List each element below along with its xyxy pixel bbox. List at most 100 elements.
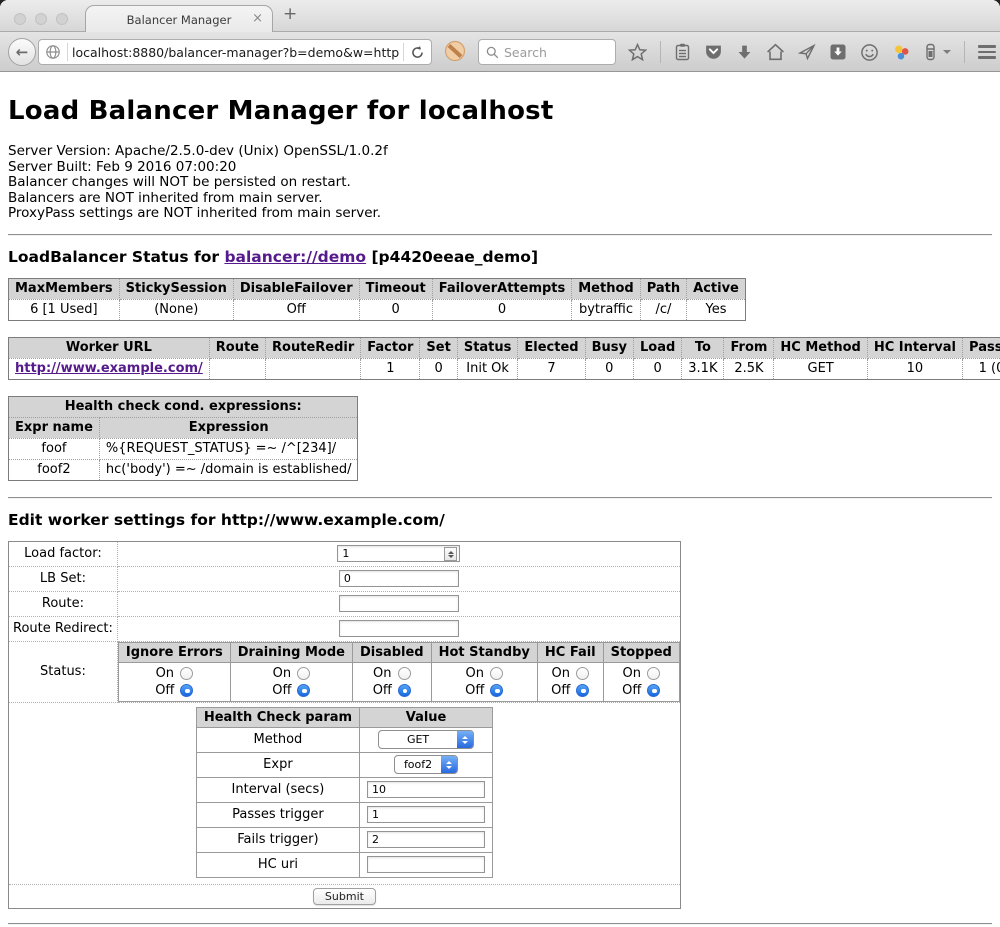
url-input[interactable]	[68, 45, 403, 60]
search-input[interactable]	[504, 45, 608, 60]
divider	[8, 497, 992, 499]
balancer-demo-link[interactable]: balancer://demo	[224, 248, 366, 266]
cell-worker-url: http://www.example.com/	[9, 358, 210, 379]
square-download-icon[interactable]	[829, 43, 847, 61]
col-header: Elected	[518, 337, 585, 358]
server-info: Server Version: Apache/2.5.0-dev (Unix) …	[8, 144, 992, 222]
disabled-off-radio[interactable]	[398, 684, 411, 697]
form-row-status: Status: Ignore Errors Draining Mode Disa…	[9, 641, 681, 702]
col-header: Ignore Errors	[118, 642, 230, 662]
status-cell-ignore-errors: On Off	[118, 662, 230, 701]
stopped-on-radio[interactable]	[647, 667, 660, 680]
globe-icon[interactable]	[39, 40, 67, 64]
col-header: Stopped	[603, 642, 679, 662]
fails-input[interactable]	[367, 831, 485, 848]
url-bar[interactable]	[38, 39, 432, 65]
send-tab-icon[interactable]	[798, 43, 816, 61]
page-title: Load Balancer Manager for localhost	[8, 96, 992, 126]
block-icon[interactable]	[444, 40, 466, 62]
navigation-toolbar: ←	[0, 32, 1000, 72]
edit-worker-heading: Edit worker settings for http://www.exam…	[8, 511, 992, 529]
col-header: StickySession	[119, 278, 233, 299]
downloads-icon[interactable]	[736, 44, 753, 61]
draining-mode-on-radio[interactable]	[297, 667, 310, 680]
cell-timeout: 0	[359, 299, 432, 320]
reload-icon[interactable]	[404, 40, 431, 64]
lb-set-input[interactable]	[339, 570, 459, 587]
hc-fail-on-radio[interactable]	[576, 667, 589, 680]
window-controls[interactable]	[14, 13, 68, 25]
hot-standby-off-radio[interactable]	[490, 684, 503, 697]
load-factor-input[interactable]	[337, 545, 460, 562]
search-bar[interactable]	[478, 39, 616, 65]
cell-passes: 1 (0)	[963, 358, 1000, 379]
table-header-row: Expr name Expression	[9, 417, 358, 438]
route-input[interactable]	[339, 595, 459, 612]
hc-row-hc-uri: HC uri	[196, 852, 492, 877]
test-pilot-flask-icon[interactable]	[924, 43, 937, 61]
expr-table-caption: Health check cond. expressions:	[9, 396, 358, 417]
hc-uri-input[interactable]	[367, 856, 485, 873]
close-window-button[interactable]	[14, 13, 26, 25]
col-header: HC Fail	[537, 642, 603, 662]
toolbar-divider	[660, 41, 661, 63]
stopped-off-radio[interactable]	[647, 684, 660, 697]
cell-from: 2.5K	[724, 358, 774, 379]
col-header: RouteRedir	[266, 337, 361, 358]
reading-list-icon[interactable]	[674, 43, 691, 61]
ignore-errors-off-radio[interactable]	[180, 684, 193, 697]
back-button[interactable]: ←	[8, 38, 36, 66]
number-spinner-icon[interactable]	[444, 547, 457, 561]
minimize-window-button[interactable]	[35, 13, 47, 25]
col-header: Set	[420, 337, 457, 358]
interval-input[interactable]	[367, 781, 485, 798]
ignore-errors-on-radio[interactable]	[180, 667, 193, 680]
fails-label: Fails trigger)	[196, 827, 359, 852]
worker-url-link[interactable]: http://www.example.com/	[15, 361, 203, 376]
form-row-submit: Submit	[9, 884, 681, 908]
status-heading-suffix: [p4420eeae_demo]	[366, 248, 538, 266]
col-header: From	[724, 337, 774, 358]
table-header-row: Worker URL Route RouteRedir Factor Set S…	[9, 337, 1000, 358]
on-label: On	[623, 665, 641, 682]
col-header: Disabled	[352, 642, 431, 662]
col-header: Hot Standby	[431, 642, 537, 662]
expr-select[interactable]: foof2	[394, 755, 458, 774]
hot-standby-on-radio[interactable]	[490, 667, 503, 680]
menu-icon[interactable]	[978, 45, 996, 59]
table-caption-row: Health check cond. expressions:	[9, 396, 358, 417]
colored-dots-icon[interactable]	[892, 43, 911, 62]
col-header: To	[682, 337, 724, 358]
cell-set: 0	[420, 358, 457, 379]
off-label: Off	[155, 682, 174, 699]
zoom-window-button[interactable]	[56, 13, 68, 25]
load-factor-stepper[interactable]	[337, 545, 460, 562]
status-cell-hc-fail: On Off	[537, 662, 603, 701]
method-select[interactable]: GET	[378, 730, 474, 749]
passes-input[interactable]	[367, 806, 485, 823]
col-header: Busy	[585, 337, 633, 358]
edit-worker-form: Load factor: LB Set: Route: Route Redire…	[8, 541, 681, 909]
bookmark-star-icon[interactable]	[628, 43, 647, 62]
draining-mode-off-radio[interactable]	[297, 684, 310, 697]
dropdown-caret-icon[interactable]	[943, 50, 951, 54]
submit-button[interactable]: Submit	[313, 888, 376, 905]
smiley-chat-icon[interactable]	[860, 43, 879, 62]
hc-row-expr: Expr foof2	[196, 752, 492, 777]
status-cell-disabled: On Off	[352, 662, 431, 701]
disabled-on-radio[interactable]	[398, 667, 411, 680]
hc-fail-off-radio[interactable]	[576, 684, 589, 697]
tab-balancer-manager[interactable]: Balancer Manager ×	[85, 5, 273, 33]
route-redirect-input[interactable]	[339, 620, 459, 637]
hc-header-row: Health Check param Value	[196, 707, 492, 727]
col-header: MaxMembers	[9, 278, 120, 299]
col-header: Passes	[963, 337, 1000, 358]
new-tab-button[interactable]: +	[283, 4, 297, 24]
pocket-icon[interactable]	[704, 44, 723, 61]
proxypass-note-line: ProxyPass settings are NOT inherited fro…	[8, 206, 992, 222]
select-arrows-icon	[457, 730, 473, 749]
on-label: On	[373, 665, 391, 682]
cell-routeredir	[266, 358, 361, 379]
home-icon[interactable]	[766, 43, 785, 61]
tab-close-icon[interactable]: ×	[252, 11, 263, 27]
